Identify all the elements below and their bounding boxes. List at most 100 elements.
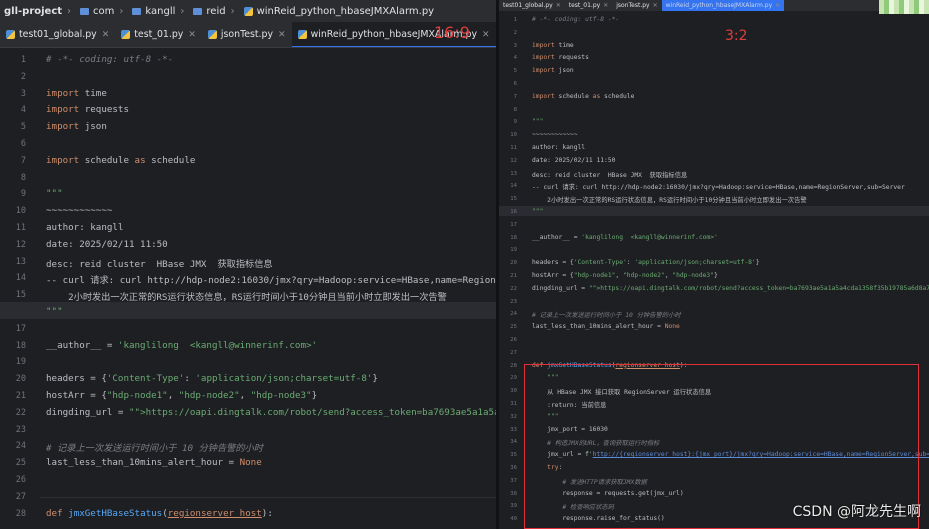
code-line: import time (46, 87, 107, 99)
line-number: 1 (513, 17, 517, 23)
code-line: hostArr = {"hdp-node1", "hdp-node2", "hd… (46, 390, 318, 401)
code-line: import json (46, 121, 107, 133)
close-icon[interactable]: ✕ (102, 30, 110, 40)
line-number: 22 (510, 285, 517, 292)
line-number: 21 (510, 273, 517, 279)
line-number: 2 (513, 29, 517, 36)
code-line: """ (46, 306, 63, 317)
code-line: # -*- coding: utf-8 -*- (532, 16, 620, 23)
close-icon[interactable]: ✕ (775, 2, 780, 9)
line-number: 29 (510, 375, 517, 382)
code-line: import requests (532, 54, 589, 62)
code-line: hostArr = {"hdp-node1", "hdp-node2", "hd… (532, 272, 718, 279)
line-number: 19 (15, 357, 26, 368)
tab-winreid-hbasejmxalarm[interactable]: winReid_python_hbaseJMXAlarm.py ✕ (661, 0, 785, 11)
code-line: import schedule as schedule (532, 92, 635, 100)
close-icon[interactable]: ✕ (188, 30, 196, 40)
tab-label: jsonTest.py (616, 2, 650, 9)
breadcrumb-label: winReid_python_hbaseJMXAlarm.py (256, 5, 435, 17)
line-number: 25 (510, 324, 517, 331)
line-number: 39 (510, 503, 517, 510)
csdn-watermark: CSDN @阿龙先生啊 (792, 504, 921, 520)
code-editor[interactable]: # -*- coding: utf-8 -*- import time import… (0, 48, 496, 529)
python-file-icon (243, 6, 253, 16)
code-line: headers = {'Content-Type': 'application/… (532, 259, 760, 267)
line-number: 13 (15, 256, 26, 267)
code-line: desc: reid cluster HBase JMX 获取指标信息 (532, 171, 688, 179)
breadcrumb-separator: › (67, 5, 72, 17)
folder-icon (132, 7, 142, 15)
breadcrumb-separator: › (230, 5, 235, 17)
line-number: 4 (20, 105, 26, 116)
line-number: 8 (513, 106, 517, 113)
line-number: 13 (510, 170, 517, 177)
code-line: date: 2025/02/11 11:50 (46, 238, 168, 250)
breadcrumb-label: reid (206, 5, 226, 17)
code-line: last_less_than_10mins_alert_hour = None (46, 457, 262, 469)
code-line: # 记录上一次发送运行时间小于 10 分钟告警的小时 (46, 443, 263, 455)
breadcrumb-item-file[interactable]: winReid_python_hbaseJMXAlarm.py (240, 5, 435, 17)
line-number: 10 (510, 132, 517, 139)
line-number: 26 (510, 337, 517, 343)
line-number: 28 (510, 362, 517, 369)
line-number: 11 (15, 223, 26, 233)
close-icon[interactable]: ✕ (556, 2, 561, 9)
python-file-icon (121, 30, 131, 39)
tab-label: test_01.py (134, 29, 184, 40)
line-number: 33 (510, 426, 517, 433)
line-number: 27 (510, 349, 517, 356)
code-line: dingding_url = "">https://oapi.dingtalk.… (46, 406, 496, 418)
close-icon[interactable]: ✕ (278, 30, 286, 40)
close-icon[interactable]: ✕ (653, 2, 658, 9)
code-line: # -*- coding: utf-8 -*- (46, 54, 174, 65)
code-line: -- curl 请求: curl http://hdp-node2:16030/… (532, 184, 905, 192)
code-line: ~~~~~~~~~~~~ (46, 205, 113, 217)
tab-test-01[interactable]: test_01.py ✕ (565, 0, 612, 11)
code-line: __author__ = 'kanglilong <kangll@winneri… (46, 339, 318, 351)
line-number: 18 (15, 340, 26, 351)
close-icon[interactable]: ✕ (482, 30, 490, 40)
breadcrumb-item-com[interactable]: com (76, 6, 114, 17)
tab-label: test_01.py (568, 2, 601, 9)
code-line: def jmxGetHBaseStatus(regionserver_host)… (46, 507, 273, 519)
line-number: 24 (15, 441, 26, 452)
current-line-highlight (0, 302, 40, 319)
line-number: 24 (510, 311, 517, 318)
breadcrumb-item-reid[interactable]: reid (189, 5, 226, 17)
tab-test-01[interactable]: test_01.py ✕ (115, 22, 202, 47)
line-number: 20 (15, 374, 26, 385)
breadcrumb-label: kangll (145, 5, 176, 17)
tab-jsontest[interactable]: jsonTest.py ✕ (612, 0, 661, 11)
line-number: 21 (15, 391, 26, 401)
python-file-icon (297, 30, 307, 39)
tab-label: jsonTest.py (220, 29, 274, 40)
tab-jsontest[interactable]: jsonTest.py ✕ (202, 22, 292, 47)
breadcrumb-project[interactable]: gll-project (0, 6, 62, 17)
line-number: 14 (15, 273, 26, 284)
breadcrumb-separator: › (119, 5, 124, 17)
line-number: 11 (510, 145, 517, 151)
line-number-gutter: 1234567891011121314151617181920212223242… (0, 48, 40, 529)
line-number: 7 (20, 155, 26, 166)
code-line: last_less_than_10mins_alert_hour = None (532, 323, 680, 331)
line-number: 5 (513, 68, 517, 75)
breadcrumb-item-kangll[interactable]: kangll (128, 6, 175, 17)
tab-label: test01_global.py (503, 2, 553, 9)
line-number: 23 (15, 424, 26, 435)
code-line: import time (532, 41, 574, 49)
line-number: 6 (513, 81, 517, 87)
code-line: author: kangll (46, 222, 124, 233)
code-line: """ (46, 188, 63, 200)
line-number: 35 (510, 452, 517, 459)
line-number: 23 (510, 298, 517, 305)
code-line: """ (532, 118, 544, 126)
line-number: 28 (15, 508, 26, 519)
tab-test01-global[interactable]: test01_global.py ✕ (499, 0, 565, 11)
line-number: 12 (510, 157, 517, 164)
line-number: 40 (510, 516, 517, 523)
code-line: # 记录上一次发送运行时间小于 10 分钟告警的小时 (532, 312, 681, 320)
line-number: 31 (510, 401, 517, 407)
tab-test01-global[interactable]: test01_global.py ✕ (0, 22, 115, 47)
close-icon[interactable]: ✕ (603, 2, 608, 9)
line-number: 3 (513, 42, 517, 49)
